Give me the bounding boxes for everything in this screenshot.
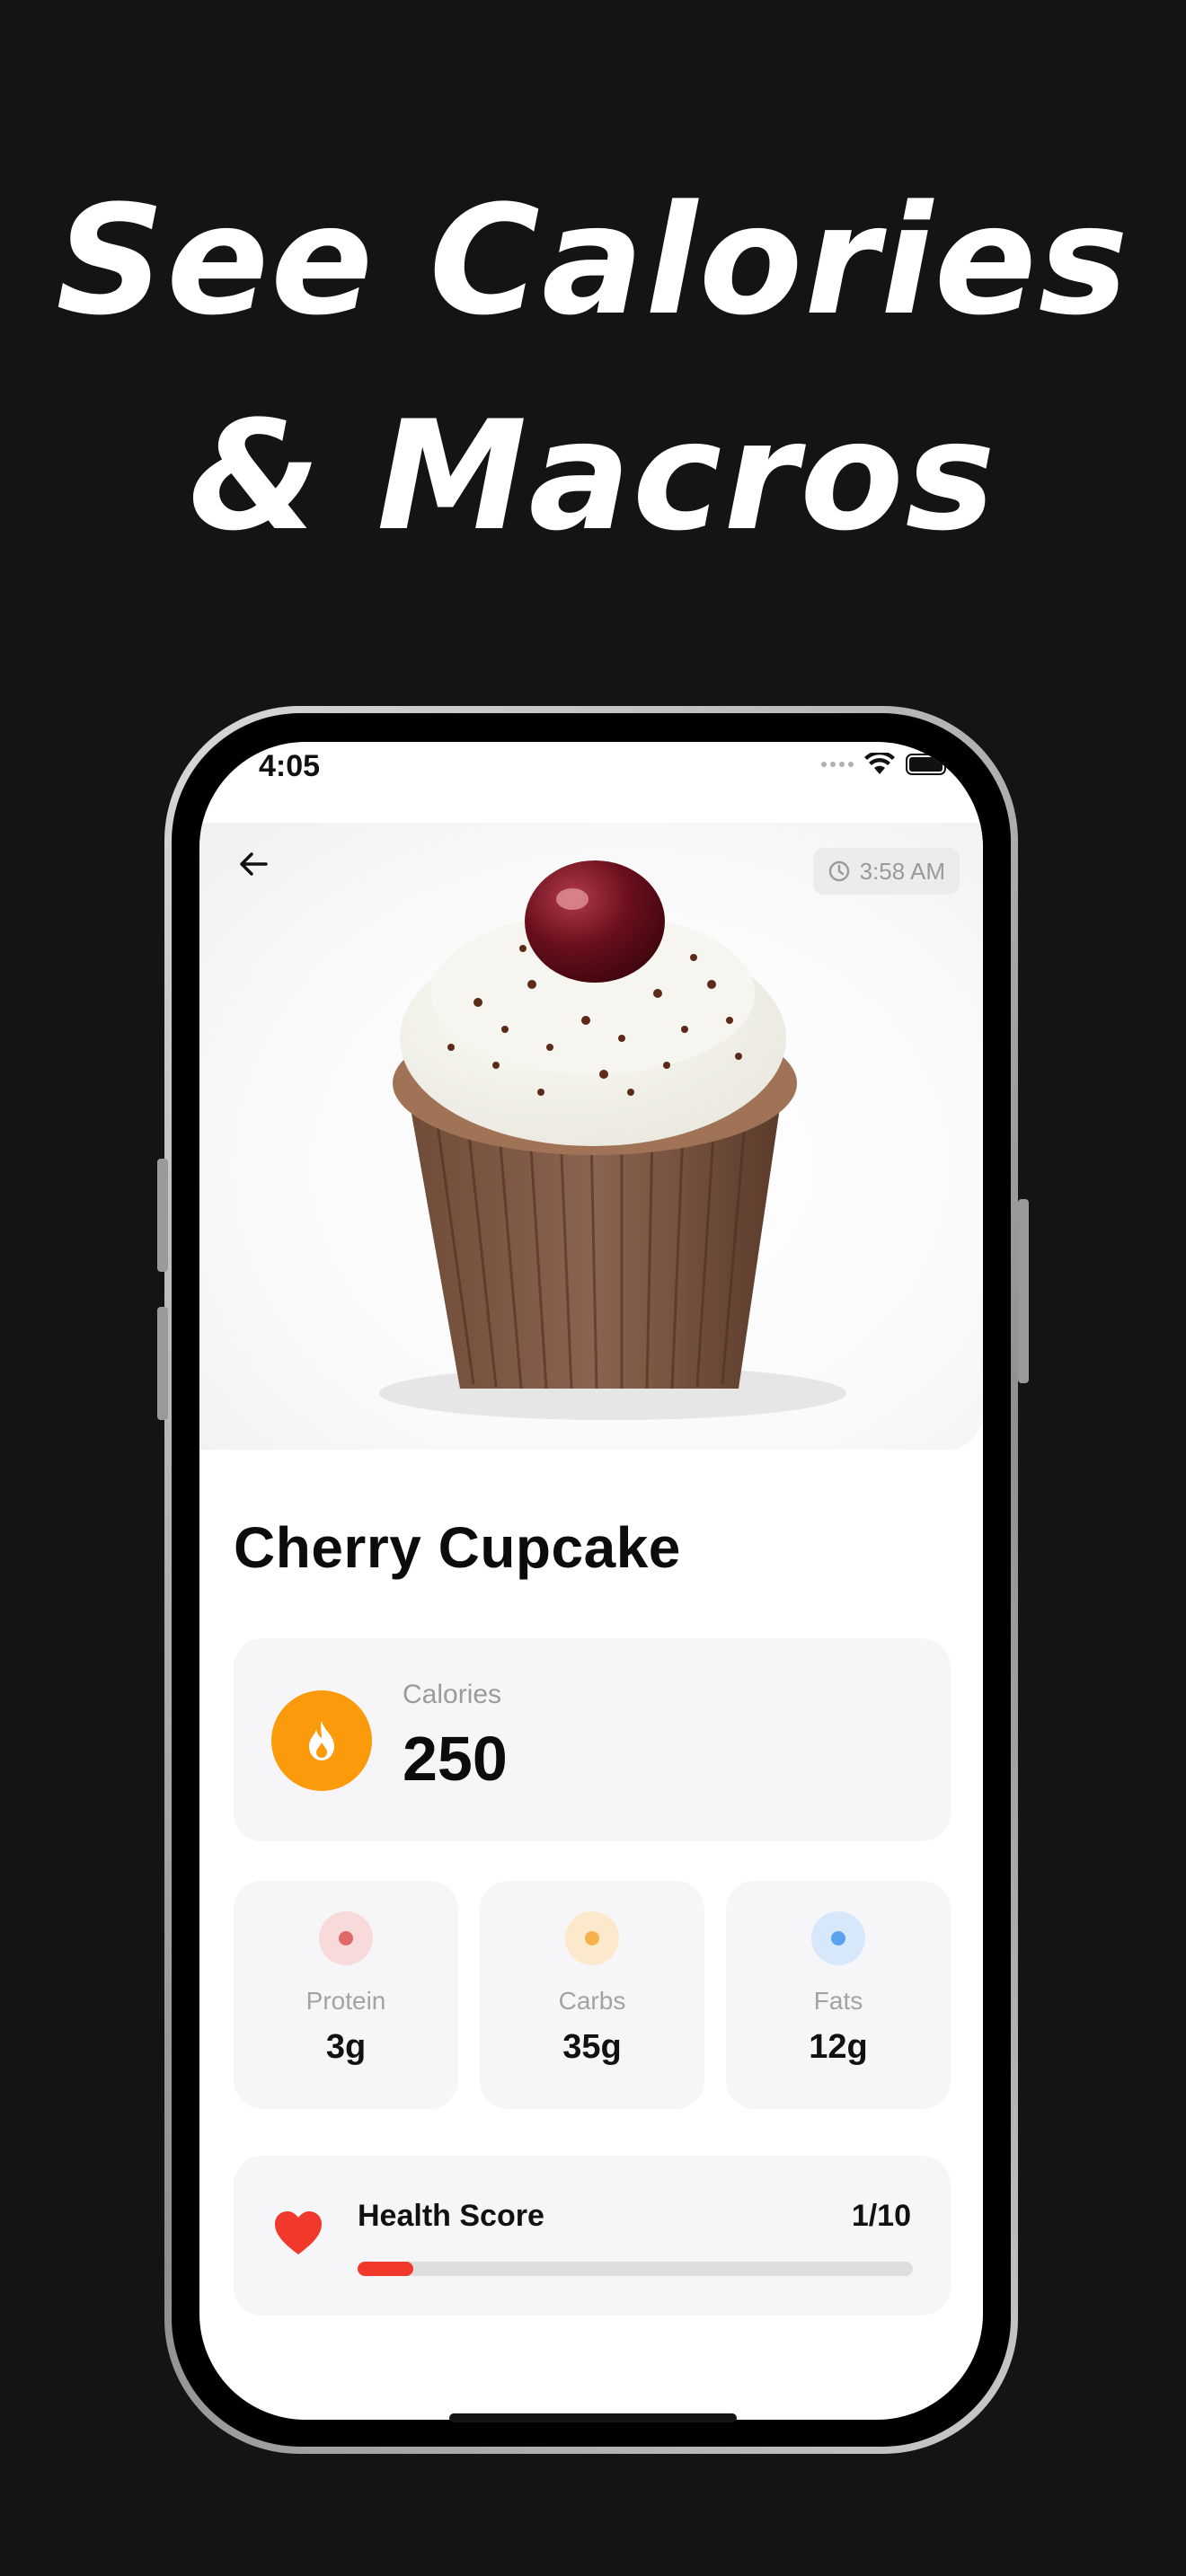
- protein-value: 3g: [325, 2028, 367, 2066]
- carbs-dot-icon: [565, 1911, 619, 1965]
- headline-line-1: See Calories: [56, 172, 1130, 348]
- protein-label: Protein: [305, 1987, 386, 2015]
- volume-down-button: [157, 1307, 168, 1420]
- food-title: Cherry Cupcake: [234, 1515, 681, 1580]
- calories-value: 250: [403, 1724, 508, 1794]
- fats-dot-icon: [811, 1911, 865, 1965]
- macro-card-fats: Fats 12g: [726, 1881, 951, 2109]
- cellular-signal-icon: [821, 762, 854, 767]
- timestamp-chip: 3:58 AM: [812, 848, 960, 895]
- power-button: [1018, 1199, 1029, 1383]
- health-score-label: Health Score: [358, 2199, 544, 2233]
- timestamp-text: 3:58 AM: [859, 857, 945, 885]
- back-button[interactable]: [232, 842, 275, 886]
- status-time: 4:05: [259, 749, 321, 783]
- cupcake-image: [379, 860, 846, 1420]
- calories-label: Calories: [403, 1680, 502, 1709]
- arrow-left-icon: [240, 852, 268, 876]
- health-score-value: 1/10: [851, 2199, 911, 2233]
- headline: See Calories & Macros: [0, 153, 1186, 584]
- status-icons: [821, 753, 951, 776]
- battery-icon: [906, 753, 951, 776]
- health-score-card: Health Score 1/10: [234, 2156, 951, 2316]
- heart-icon: [275, 2211, 322, 2254]
- health-score-bar-fill: [358, 2262, 413, 2276]
- macro-card-carbs: Carbs 35g: [480, 1881, 704, 2109]
- flame-icon: [271, 1690, 372, 1791]
- food-photo: 3:58 AM: [199, 823, 983, 1450]
- headline-line-2: & Macros: [189, 388, 997, 564]
- volume-up-button: [157, 1159, 168, 1272]
- carbs-label: Carbs: [558, 1987, 626, 2015]
- protein-dot-icon: [319, 1911, 373, 1965]
- health-score-bar: [358, 2262, 913, 2276]
- carbs-value: 35g: [562, 2028, 622, 2066]
- calories-card: Calories 250: [234, 1638, 951, 1841]
- home-indicator: [449, 2413, 737, 2422]
- clock-icon: [828, 860, 849, 882]
- wifi-icon: [864, 753, 895, 776]
- fats-value: 12g: [809, 2028, 868, 2066]
- macro-card-protein: Protein 3g: [234, 1881, 458, 2109]
- phone-screen: 4:05 3:58 AM Cherry Cupcake Calories 250…: [199, 742, 983, 2420]
- fats-label: Fats: [813, 1987, 863, 2015]
